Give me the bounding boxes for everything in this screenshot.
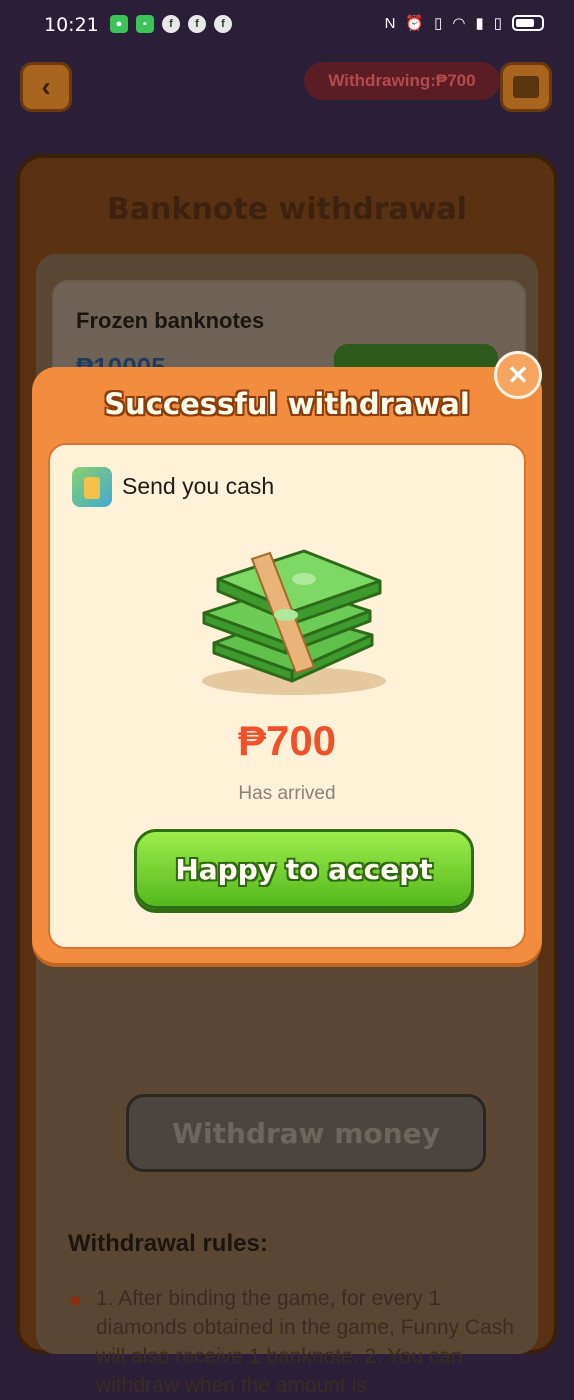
withdrawing-status-pill: Withdrawing:₱700: [304, 62, 500, 100]
withdrawing-label: Withdrawing:₱700: [328, 71, 476, 90]
close-icon: ✕: [507, 359, 529, 390]
status-bar: 10:21 ● ▪ f f f N ⏰ ▯ ◠ ▮ ▯: [0, 0, 574, 50]
modal-body: Send you cash ₱700 Has arrived Happy to …: [48, 443, 526, 949]
notification-icons: ● ▪ f f f: [110, 15, 232, 33]
arrived-text: Has arrived: [238, 783, 336, 804]
rules-text: 1. After binding the game, for every 1 d…: [96, 1287, 514, 1397]
send-label: Send you cash: [122, 473, 275, 499]
facebook-icon: f: [214, 15, 232, 33]
cash-stack-icon: [202, 549, 386, 695]
game-app-icon: [72, 467, 112, 507]
wifi-icon: ◠: [452, 15, 466, 32]
chevron-left-icon: ‹: [41, 71, 51, 102]
back-button[interactable]: ‹: [20, 62, 72, 112]
signal-icon: ▮: [475, 15, 484, 32]
wallet-icon: [513, 76, 539, 98]
vibrate-icon: ▯: [434, 15, 443, 32]
frozen-label: Frozen banknotes: [76, 308, 265, 333]
battery-icon: [512, 15, 544, 31]
nfc-icon: N: [384, 14, 396, 32]
withdrawal-amount: ₱700: [237, 717, 337, 764]
modal-title: Successful withdrawal: [104, 387, 470, 421]
withdraw-money-button[interactable]: Withdraw money: [126, 1094, 486, 1172]
wallet-button[interactable]: [500, 62, 552, 112]
system-icons: N ⏰ ▯ ◠ ▮ ▯: [385, 14, 544, 32]
facebook-icon: f: [162, 15, 180, 33]
app-notification-icon: ▪: [136, 15, 154, 33]
page-title: Banknote withdrawal: [107, 192, 467, 227]
success-modal: Successful withdrawal ✕ Send you cash ₱7…: [32, 351, 542, 963]
happy-to-accept-button[interactable]: Happy to accept: [134, 829, 474, 909]
facebook-icon: f: [188, 15, 206, 33]
close-button[interactable]: ✕: [494, 351, 542, 399]
app-notification-icon: ●: [110, 15, 128, 33]
rules-title: Withdrawal rules:: [68, 1230, 268, 1257]
alarm-icon: ⏰: [405, 15, 425, 32]
bullet-icon: [70, 1296, 80, 1306]
clock: 10:21: [44, 14, 99, 36]
signal-icon: ▯: [493, 15, 502, 32]
